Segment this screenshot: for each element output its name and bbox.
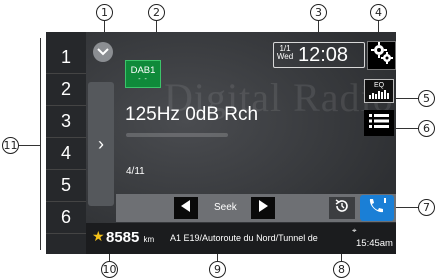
station-subinfo	[126, 133, 228, 137]
radio-screen: Digital Radio 1 2 3 4 5 6 › DAB1 - - 1/1…	[46, 32, 396, 254]
chevron-down-icon	[97, 43, 109, 61]
leader-line-11	[19, 145, 41, 146]
chevron-right-icon: ›	[98, 133, 104, 154]
preset-4[interactable]: 4	[46, 138, 86, 170]
callout-1: 1	[96, 4, 113, 21]
triangle-left-icon	[181, 199, 191, 217]
gear-icon	[370, 42, 393, 69]
leader-line-6	[395, 128, 418, 129]
callout-2: 2	[148, 4, 165, 21]
date-display: 1/1 Wed	[275, 45, 295, 61]
leader-line-11-bracket	[40, 38, 41, 250]
phone-button[interactable]	[360, 195, 394, 221]
history-button[interactable]	[329, 197, 355, 219]
navigation-arrow-icon: ⌖	[352, 226, 357, 235]
preset-3[interactable]: 3	[46, 106, 86, 138]
phone-icon	[367, 197, 387, 220]
date-weekday: Wed	[276, 52, 294, 61]
callout-8: 8	[333, 261, 350, 278]
band-label: DAB1	[130, 65, 156, 76]
callout-3: 3	[310, 4, 327, 21]
seek-previous-button[interactable]	[174, 197, 198, 219]
distance-value: 8585	[106, 229, 140, 246]
preset-6[interactable]: 6	[46, 202, 86, 234]
seek-label: Seek	[214, 202, 237, 213]
station-name: 125Hz 0dB Rch	[125, 104, 259, 125]
settings-button[interactable]	[367, 41, 396, 70]
preset-list: 1 2 3 4 5 6	[46, 32, 86, 254]
band-indicator: - -	[138, 76, 148, 83]
distance-readout: 8585 km	[106, 229, 154, 246]
preset-5[interactable]: 5	[46, 170, 86, 202]
eq-label: EQ	[373, 82, 385, 89]
list-button[interactable]	[364, 110, 394, 136]
leader-line-7	[395, 207, 418, 208]
collapse-button[interactable]	[93, 42, 113, 62]
callout-4: 4	[370, 4, 387, 21]
street-name: A1 E19/Autoroute du Nord/Tunnel de	[170, 233, 318, 243]
expand-list-button[interactable]: ›	[88, 82, 114, 206]
callout-11: 11	[2, 137, 19, 154]
seek-next-button[interactable]	[251, 197, 275, 219]
callout-10: 10	[101, 261, 118, 278]
callout-6: 6	[418, 120, 435, 137]
clock-time: 12:08	[298, 44, 349, 66]
history-icon	[334, 198, 350, 219]
band-button[interactable]: DAB1 - -	[125, 60, 161, 88]
preset-1[interactable]: 1	[46, 42, 86, 74]
preset-2[interactable]: 2	[46, 74, 86, 106]
star-icon: ★	[92, 228, 105, 244]
leader-line-5	[395, 98, 418, 99]
triangle-right-icon	[258, 199, 268, 217]
callout-9: 9	[209, 261, 226, 278]
equalizer-bars-icon	[368, 90, 390, 101]
station-counter: 4/11	[126, 166, 145, 177]
callout-5: 5	[418, 90, 435, 107]
callout-7: 7	[418, 199, 435, 216]
eq-button[interactable]: EQ	[364, 79, 394, 103]
list-icon	[369, 113, 389, 134]
distance-unit: km	[143, 235, 155, 244]
status-time: 15:45am	[356, 238, 393, 249]
